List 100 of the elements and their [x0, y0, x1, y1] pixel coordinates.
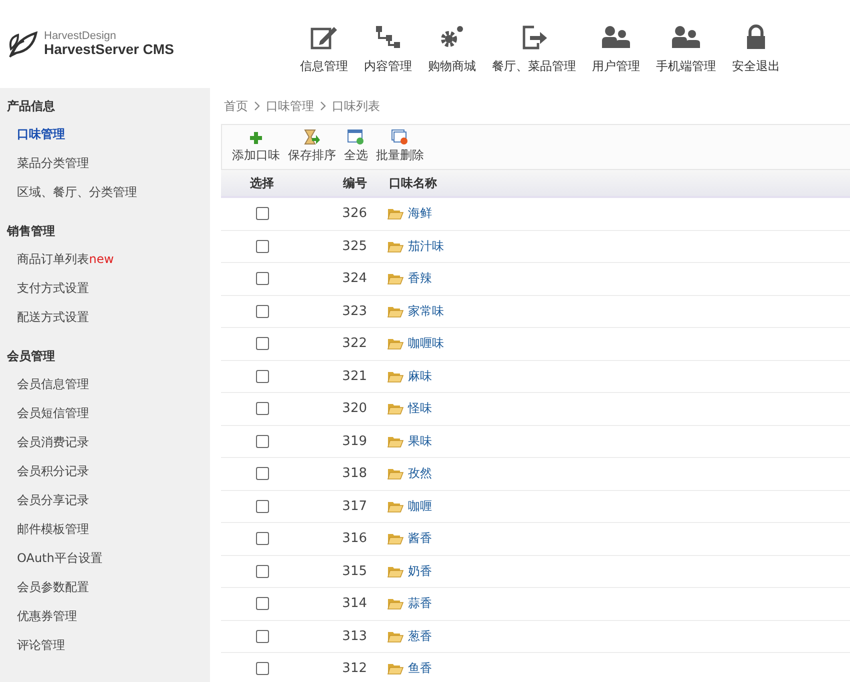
flavor-link[interactable]: 蒜香	[408, 595, 432, 612]
toolbar-button[interactable]: 添加口味	[228, 131, 284, 169]
flavor-link[interactable]: 海鲜	[408, 205, 432, 222]
sidebar-item[interactable]: 会员短信管理	[0, 399, 210, 428]
checkbox[interactable]	[256, 272, 268, 286]
checkbox[interactable]	[256, 370, 268, 383]
sidebar-item[interactable]: 会员参数配置	[0, 573, 210, 602]
window-check-icon	[347, 129, 365, 145]
folder-icon	[387, 304, 404, 318]
flavor-link[interactable]: 怪味	[408, 400, 432, 418]
logo-title: HarvestServer CMS	[44, 42, 174, 58]
flavor-link[interactable]: 咖喱	[408, 498, 432, 515]
folder-icon	[387, 370, 404, 383]
table-cell-text: 322	[341, 336, 367, 352]
folder-icon	[387, 467, 404, 480]
folder-icon	[387, 630, 404, 643]
table-cell-text: 325	[341, 238, 367, 254]
table-cell-text: 319	[341, 434, 367, 449]
folder-icon	[387, 597, 404, 610]
toolbar-button[interactable]: 全选	[340, 129, 372, 169]
sidebar-item[interactable]: 口味管理	[0, 120, 210, 149]
sidebar-item[interactable]: 评论管理	[0, 631, 210, 660]
sidebar-item[interactable]: 商品订单列表new	[0, 245, 210, 274]
checkbox[interactable]	[256, 467, 268, 480]
toolbar-button[interactable]: 保存排序	[284, 129, 340, 169]
sidebar-item[interactable]: 菜品分类管理	[0, 149, 210, 178]
sidebar-item[interactable]: 区域、餐厅、分类管理	[0, 178, 210, 207]
breadcrumb-link[interactable]: 首页	[224, 98, 248, 114]
gears-icon	[438, 24, 466, 50]
flavor-link[interactable]: 茄汁味	[408, 238, 444, 255]
flavor-link[interactable]: 香辣	[408, 270, 432, 288]
sidebar-item[interactable]: 会员分享记录	[0, 486, 210, 515]
sidebar-item[interactable]: 会员信息管理	[0, 370, 210, 399]
table-cell-text: 317	[341, 498, 367, 514]
window-delete-icon	[391, 129, 409, 145]
sidebar-item[interactable]: OAuth平台设置	[0, 544, 210, 573]
folder-icon	[387, 402, 404, 416]
nav-item[interactable]: 用户管理	[584, 24, 648, 74]
leaf-logo-icon	[8, 29, 40, 59]
checkbox[interactable]	[256, 240, 268, 253]
checkbox[interactable]	[256, 564, 268, 578]
chevron-icon	[254, 101, 260, 111]
table-cell-text: 316	[341, 531, 367, 546]
checkbox[interactable]	[256, 630, 268, 643]
folder-icon	[387, 240, 404, 253]
flavor-link[interactable]: 家常味	[408, 302, 444, 320]
folder-icon	[387, 662, 404, 676]
flavor-link[interactable]: 孜然	[408, 465, 432, 482]
nav-item[interactable]: 餐厅、菜品管理	[484, 24, 584, 74]
checkbox[interactable]	[256, 402, 268, 416]
sidebar-item[interactable]: 邮件模板管理	[0, 515, 210, 544]
table-cell-text: 318	[341, 466, 367, 482]
nav-item[interactable]: 内容管理	[356, 24, 420, 74]
table-cell-text: 312	[341, 661, 367, 676]
table-cell-text: 315	[341, 564, 367, 579]
sidebar-item[interactable]: 会员消费记录	[0, 428, 210, 457]
plus-icon	[249, 131, 263, 145]
export-icon	[520, 24, 548, 50]
sidebar-item[interactable]: 会员积分记录	[0, 457, 210, 486]
checkbox[interactable]	[256, 207, 268, 220]
checkbox[interactable]	[256, 500, 268, 513]
sidebar-heading: 产品信息	[6, 98, 56, 115]
table-cell-text: 324	[341, 271, 367, 286]
sidebar-item[interactable]: 配送方式设置	[0, 303, 210, 332]
table-cell-text: 314	[341, 596, 367, 612]
flavor-link[interactable]: 咖喱味	[408, 335, 444, 352]
folder-icon	[387, 207, 404, 220]
nav-item[interactable]: 安全退出	[724, 24, 788, 74]
flavor-link[interactable]: 葱香	[408, 628, 432, 645]
toolbar-button[interactable]: 批量删除	[372, 129, 428, 169]
sidebar-item[interactable]: 优惠券管理	[0, 602, 210, 631]
flavor-link[interactable]: 奶香	[408, 562, 432, 580]
checkbox[interactable]	[256, 597, 268, 610]
folder-icon	[387, 434, 404, 448]
folder-icon	[387, 564, 404, 578]
table-cell-text: 320	[341, 401, 367, 416]
checkbox[interactable]	[256, 434, 268, 448]
table-cell-text: 313	[341, 628, 367, 644]
sidebar-heading: 销售管理	[6, 223, 56, 240]
flavor-link[interactable]: 鱼香	[408, 660, 432, 678]
flavor-link[interactable]: 果味	[408, 432, 432, 450]
sidebar-item[interactable]: 支付方式设置	[0, 274, 210, 303]
checkbox[interactable]	[256, 662, 268, 676]
nav-item[interactable]: 信息管理	[292, 24, 356, 74]
users-icon	[671, 24, 701, 50]
flavor-link[interactable]: 麻味	[408, 368, 432, 385]
column-header: 选择	[249, 174, 275, 192]
table-cell-text: 321	[341, 368, 367, 384]
nav-item[interactable]: 手机端管理	[648, 24, 724, 74]
checkbox[interactable]	[256, 304, 268, 318]
checkbox[interactable]	[256, 532, 268, 546]
nav-item[interactable]: 购物商城	[420, 24, 484, 74]
flavor-link[interactable]: 酱香	[408, 530, 432, 548]
checkbox[interactable]	[256, 337, 268, 350]
new-label: new	[89, 252, 114, 266]
breadcrumb-link[interactable]: 口味管理	[266, 98, 314, 114]
breadcrumb-link[interactable]: 口味列表	[332, 98, 380, 114]
sidebar-heading: 会员管理	[6, 348, 56, 365]
tree-icon	[374, 24, 402, 50]
table-cell-text: 326	[341, 206, 367, 222]
